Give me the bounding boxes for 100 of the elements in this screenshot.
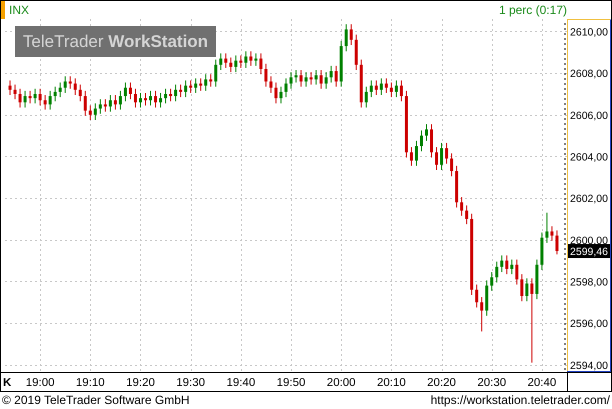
interval-label: 1 perc (0:17) (498, 3, 567, 17)
candle (500, 254, 504, 273)
candle (224, 52, 228, 68)
price-axis-label: 2594,00 (570, 360, 608, 372)
candle (505, 254, 508, 275)
candle (304, 72, 308, 88)
candle (515, 259, 518, 286)
time-axis-label: 19:40 (226, 377, 256, 389)
candle (264, 63, 268, 88)
candle (214, 59, 218, 88)
candle (149, 90, 152, 106)
candle (114, 94, 117, 110)
candle (184, 80, 188, 98)
candle (229, 57, 232, 73)
candle (300, 70, 303, 88)
symbol-label: INX (9, 3, 30, 17)
candle (495, 261, 498, 283)
candle (430, 124, 434, 158)
candle (269, 76, 272, 94)
candle (94, 102, 97, 121)
candle (404, 90, 408, 158)
candle (78, 84, 82, 102)
price-axis-label: 2596,00 (570, 318, 608, 330)
candle (435, 146, 438, 170)
website-link[interactable]: https://workstation.teletrader.com/ (430, 393, 610, 407)
candle (88, 104, 92, 121)
candle (104, 98, 107, 112)
candle (134, 88, 137, 108)
candle (8, 80, 12, 96)
candle (58, 82, 62, 98)
time-axis-label: 19:00 (26, 377, 55, 389)
price-axis-label: 2606,00 (570, 110, 608, 122)
candle (284, 78, 288, 98)
candle (244, 50, 248, 68)
candle (64, 76, 67, 94)
candle (259, 52, 262, 75)
time-axis-label: 20:30 (477, 377, 506, 389)
candle (138, 92, 142, 108)
candle (128, 82, 132, 100)
candle (144, 92, 147, 106)
last-price-tag: 2599,46 (568, 244, 610, 258)
candle (394, 80, 398, 98)
candle (169, 88, 172, 102)
candle (490, 272, 494, 292)
candle (44, 94, 47, 110)
symbol-marker (1, 1, 5, 19)
price-axis-label: 2608,00 (570, 68, 608, 80)
candle (164, 88, 168, 104)
candle (159, 92, 162, 108)
axis-mark: K (3, 377, 12, 389)
candle (310, 72, 313, 86)
candle (84, 90, 87, 116)
candle (320, 70, 323, 90)
candle (535, 259, 538, 300)
candle (485, 280, 488, 316)
time-axis-label: 20:10 (376, 377, 406, 389)
time-axis-label: 19:50 (276, 377, 306, 389)
candle (330, 65, 333, 84)
price-axis-label: 2600,00 (570, 234, 608, 247)
candle (219, 52, 222, 71)
candle (445, 142, 448, 164)
candle (68, 76, 72, 90)
candle (189, 80, 192, 94)
candle (344, 24, 348, 52)
time-axis-label: 19:10 (76, 377, 105, 389)
candle (384, 78, 388, 94)
candle (194, 78, 198, 94)
price-axis-label: 2610,00 (570, 26, 608, 38)
candle (38, 88, 42, 106)
candle (420, 130, 423, 152)
candle (374, 80, 378, 96)
candle (209, 74, 212, 88)
candle (450, 152, 454, 177)
candle (290, 72, 293, 90)
candle (48, 90, 52, 110)
candle (540, 232, 544, 270)
candle (199, 78, 202, 92)
candle (545, 212, 548, 244)
candle (380, 78, 383, 96)
candle (425, 124, 428, 142)
candle (370, 80, 373, 98)
candle (520, 274, 524, 302)
candle (324, 72, 328, 90)
workstation-logo: TeleTrader WorkStation (15, 26, 216, 57)
copyright-text: © 2019 TeleTrader Software GmbH (2, 393, 190, 407)
time-axis-label: 19:30 (176, 377, 206, 389)
time-axis-label: 19:20 (126, 377, 155, 389)
candle (480, 296, 484, 332)
candle (400, 80, 403, 102)
candle (274, 82, 278, 104)
time-axis-label: 20:20 (427, 377, 456, 389)
candle (390, 82, 393, 98)
candle (414, 140, 418, 166)
candle (98, 98, 102, 114)
candle (174, 84, 178, 102)
candle (24, 90, 27, 108)
candle (410, 146, 413, 166)
candle (234, 54, 238, 73)
candle (254, 52, 258, 66)
candle (28, 90, 32, 104)
